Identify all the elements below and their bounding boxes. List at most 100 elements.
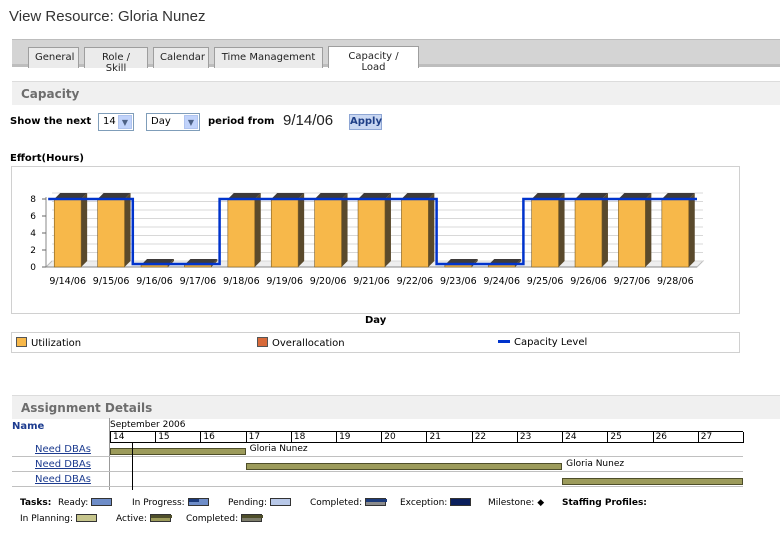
tab-capacity-load[interactable]: Capacity / Load (328, 46, 419, 73)
chart-legend: Utilization Overallocation Capacity Leve… (11, 332, 740, 353)
legend-overallocation: Overallocation (257, 337, 345, 349)
bar-side (298, 193, 305, 267)
gantt-day-label: 22 (473, 432, 518, 443)
legend-exception: Exception: (400, 498, 472, 508)
legend-in-progress: In Progress: (132, 498, 209, 508)
period-unit-value: Day (151, 116, 171, 127)
utilization-swatch (16, 337, 27, 347)
bar-side (645, 193, 652, 267)
bar-utilization (97, 198, 125, 268)
chart-x-axis-title: Day (365, 315, 387, 326)
legend-active: Active: (116, 514, 172, 524)
legend-overallocation-label: Overallocation (272, 338, 345, 349)
assignment-gantt: Name September 2006 14 15 16 17 18 19 20 21 22 23… (12, 418, 757, 490)
legend-capacity-level-label: Capacity Level (514, 337, 588, 348)
gantt-day-label: 21 (428, 432, 473, 443)
bar-utilization (661, 198, 690, 268)
capacity-section-title: Capacity (21, 87, 80, 101)
x-tick-label: 9/24/06 (483, 276, 520, 287)
x-tick-label: 9/18/06 (223, 276, 260, 287)
assignment-section-title: Assignment Details (21, 401, 153, 415)
overallocation-swatch (257, 337, 268, 347)
tab-bar: General Role / Skill Calendar Time Manag… (12, 39, 780, 74)
gantt-day-label: 20 (382, 432, 428, 443)
x-tick-label: 9/16/06 (136, 276, 173, 287)
gantt-month: September 2006 (110, 420, 186, 430)
capacity-level-swatch (498, 340, 510, 343)
gantt-day-label: 14 (111, 432, 157, 443)
assignment-section-header: Assignment Details (12, 395, 780, 419)
x-tick-label: 9/15/06 (93, 276, 130, 287)
assignment-bar[interactable] (245, 463, 563, 470)
x-tick-label: 9/28/06 (657, 276, 694, 287)
in-planning-swatch (76, 514, 98, 522)
tab-calendar[interactable]: Calendar (153, 47, 209, 68)
bar-utilization (401, 198, 429, 268)
legend-active-label: Active: (116, 514, 147, 524)
name-column-header[interactable]: Name (12, 421, 44, 432)
apply-button[interactable]: Apply (349, 114, 382, 130)
legend-completed-staffing: Completed: (186, 514, 264, 524)
assignment-bar[interactable] (110, 448, 246, 455)
x-tick-label: 9/19/06 (266, 276, 303, 287)
bar-side (384, 193, 391, 267)
period-count-select[interactable]: 14 ▼ (98, 113, 134, 131)
in-progress-swatch (187, 498, 209, 506)
legend-completed: Completed: (310, 498, 388, 508)
bar-side (558, 193, 565, 267)
x-tick-label: 9/25/06 (527, 276, 564, 287)
completed-swatch (365, 498, 388, 506)
chevron-down-icon: ▼ (184, 115, 198, 129)
gantt-day-label: 15 (156, 432, 202, 443)
table-row: Need DBAs (12, 474, 743, 487)
legend-ready-label: Ready: (58, 498, 89, 508)
bar-utilization (531, 198, 559, 268)
legend-completed-staffing-label: Completed: (186, 514, 239, 524)
x-tick-label: 9/26/06 (570, 276, 607, 287)
chevron-down-icon: ▼ (118, 115, 132, 129)
today-marker (132, 443, 133, 490)
y-tick-label: 8 (30, 195, 36, 205)
legend-utilization-label: Utilization (31, 338, 82, 349)
assignment-name-link[interactable]: Need DBAs (35, 459, 91, 470)
gantt-day-label: 23 (518, 432, 564, 443)
gantt-day-label: 19 (337, 432, 383, 443)
bar-utilization (618, 198, 646, 268)
legend-ready: Ready: (58, 498, 113, 508)
x-tick-label: 9/17/06 (180, 276, 217, 287)
milestone-diamond-icon: ◆ (537, 498, 545, 508)
from-date-value: 9/14/06 (283, 112, 334, 129)
tab-time-management[interactable]: Time Management (214, 47, 323, 68)
bar-side (254, 193, 261, 267)
capacity-controls: Show the next 14 ▼ Day ▼ period from 9/1… (10, 112, 410, 133)
bar-utilization (314, 198, 342, 268)
chart-title: Effort(Hours) (10, 153, 84, 164)
period-unit-select[interactable]: Day ▼ (146, 113, 200, 131)
gantt-day-label: 17 (247, 432, 292, 443)
assignment-name-link[interactable]: Need DBAs (35, 474, 91, 485)
gantt-day-label: 26 (654, 432, 699, 443)
gantt-day-label: 24 (563, 432, 609, 443)
bar-utilization (487, 264, 516, 268)
legend-in-planning: In Planning: (20, 514, 98, 524)
x-tick-label: 9/14/06 (49, 276, 86, 287)
bar-side (124, 193, 131, 267)
legend-staffing-profiles: Staffing Profiles: (562, 498, 647, 508)
bar-side (688, 193, 695, 267)
tab-general[interactable]: General (28, 47, 79, 68)
assignment-name-link[interactable]: Need DBAs (35, 444, 91, 455)
gantt-day-label: 25 (608, 432, 654, 443)
y-tick-label: 2 (30, 246, 36, 256)
show-the-next-label: Show the next (10, 116, 92, 127)
period-count-value: 14 (103, 116, 116, 127)
effort-chart: 0 2 4 6 8 9/14/06 9/15/06 9/16/06 9/17/06 9/18/06… (11, 166, 740, 314)
tab-role-skill[interactable]: Role / Skill (84, 47, 148, 74)
x-tick-label: 9/21/06 (353, 276, 390, 287)
bar-utilization (184, 264, 212, 268)
active-swatch (149, 514, 172, 522)
assignment-bar[interactable] (562, 478, 743, 485)
legend-milestone: Milestone: ◆ (488, 498, 544, 508)
bar-utilization (53, 198, 82, 268)
legend-in-planning-label: In Planning: (20, 514, 74, 524)
gantt-day-header: 14 15 16 17 18 19 20 21 22 23 24 25 26 27 (110, 431, 744, 443)
